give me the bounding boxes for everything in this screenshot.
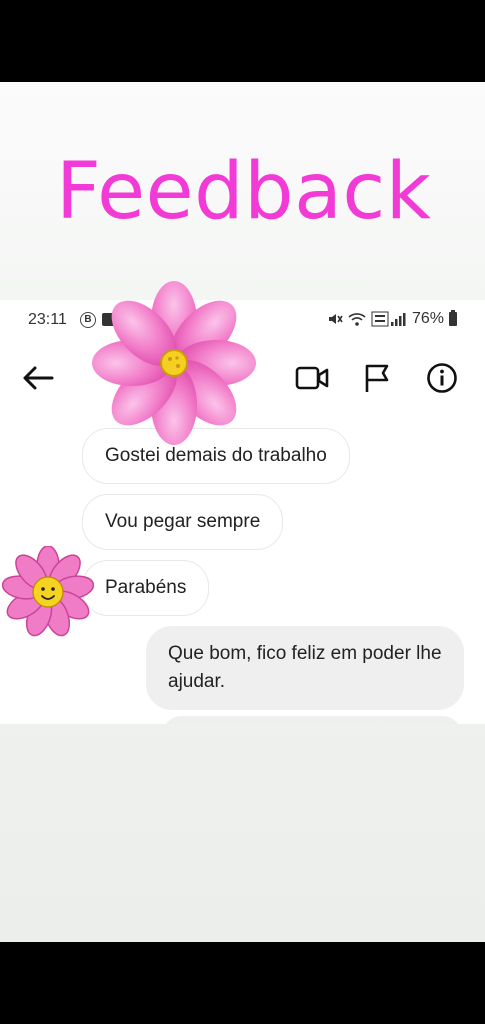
- pink-flower-sticker: [92, 281, 256, 445]
- top-black-bar: [0, 0, 485, 82]
- volte-signal-icon: [371, 311, 406, 327]
- info-icon[interactable]: [424, 362, 460, 394]
- status-time: 23:11: [28, 311, 67, 328]
- mute-icon: [328, 314, 343, 324]
- message-outgoing-partial: [162, 716, 462, 724]
- flag-icon[interactable]: [360, 362, 396, 394]
- smiley-flower-sticker: [2, 546, 94, 637]
- feedback-card: Feedback 23:11 B 76% Gostei demais do tr…: [0, 82, 485, 942]
- page-title: Feedback: [56, 147, 432, 237]
- message-incoming[interactable]: Vou pegar sempre: [82, 494, 284, 550]
- message-outgoing[interactable]: Que bom, fico feliz em poder lhe ajudar.: [146, 626, 464, 710]
- battery-level: 76%: [411, 310, 444, 327]
- bottom-black-bar: [0, 942, 485, 1024]
- battery-icon: [449, 310, 457, 326]
- back-arrow-icon[interactable]: [20, 362, 56, 394]
- wifi-icon: [348, 313, 366, 326]
- message-incoming[interactable]: Parabéns: [82, 560, 210, 616]
- video-call-icon[interactable]: [294, 362, 330, 394]
